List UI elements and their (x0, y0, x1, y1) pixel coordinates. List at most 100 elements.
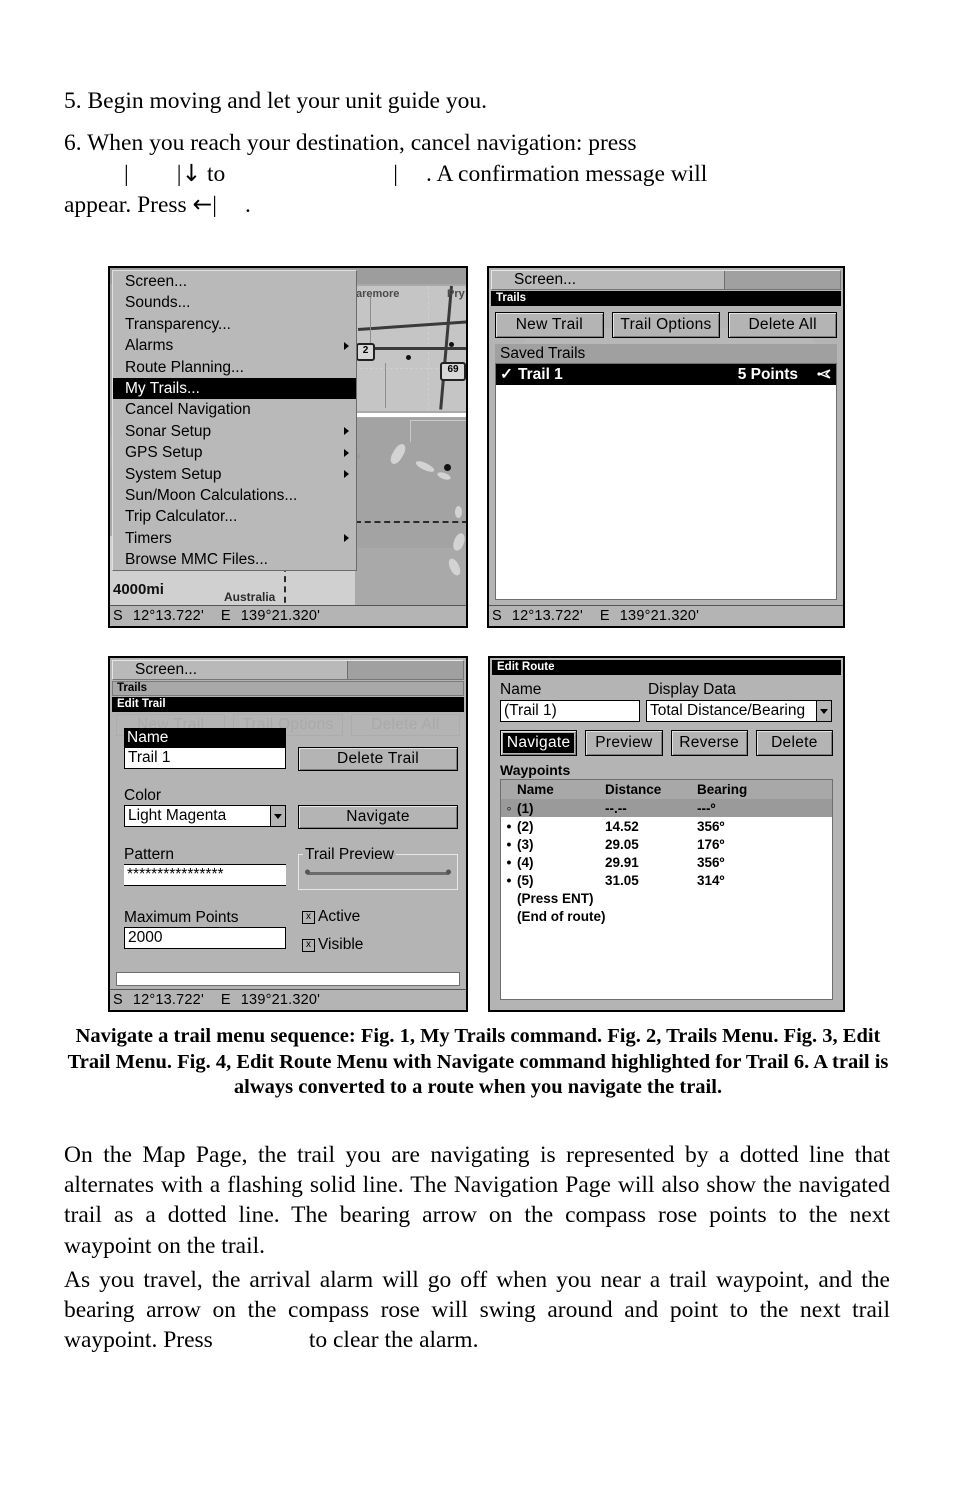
menu-item-alarms[interactable]: Alarms (113, 335, 356, 356)
menu-item-sounds[interactable]: Sounds... (113, 292, 356, 313)
figure-3-edit-trail-menu: Screen... Trails Edit Trail New Trail Tra… (108, 656, 468, 1012)
fig4-button-preview[interactable]: Preview (585, 730, 663, 756)
fig3-checkbox-active[interactable]: x Active (302, 908, 363, 926)
fig3-delete-trail-button[interactable]: Delete Trail (298, 747, 458, 771)
fig4-button-row: Navigate Preview Reverse Delete (500, 730, 833, 756)
menu-item-screen[interactable]: Screen... (113, 271, 356, 292)
waypoint-bullet-icon: • (506, 872, 512, 888)
fig3-pattern-input[interactable]: **************** (124, 864, 286, 886)
map-boundary (410, 420, 466, 421)
fig4-waypoint-name: (4) (517, 854, 534, 870)
fig4-display-data-label: Display Data (648, 681, 736, 698)
trail-arrow-icon (816, 368, 832, 381)
menu-item-trip-calculator[interactable]: Trip Calculator... (113, 506, 356, 527)
fig4-waypoint-row[interactable]: • (4) 29.91 356º (501, 853, 832, 871)
fig2-lat-hemisphere: S (492, 608, 502, 624)
menu-item-timers[interactable]: Timers (113, 528, 356, 549)
chevron-down-icon[interactable] (816, 701, 831, 721)
map-label-claremore: aremore (356, 288, 400, 300)
menu-item-system-setup[interactable]: System Setup (113, 464, 356, 485)
fig4-waypoint-row[interactable]: ◦ (1) --.-- ---º (501, 799, 832, 817)
key-glyph-menu-a: | (124, 161, 129, 187)
map-shield-route-2: 2 (356, 343, 375, 361)
fig3-checkbox-label: Active (318, 908, 361, 925)
submenu-arrow-icon (344, 427, 349, 436)
fig4-waypoint-name: (1) (517, 800, 534, 816)
fig3-navigate-button[interactable]: Navigate (298, 805, 458, 829)
fig4-column-header-bearing: Bearing (697, 782, 748, 797)
figure-1-my-trails-menu: aremore Pry 69 2 Indonesia Papua New Gui… (108, 266, 468, 628)
fig3-name-input[interactable]: Trail 1 (124, 747, 286, 769)
fig2-titlebar: Screen... (491, 270, 841, 290)
fig4-waypoint-bearing: 356º (697, 818, 725, 834)
menu-item-label: Trip Calculator... (125, 508, 238, 526)
fig4-button-label: Preview (595, 734, 653, 751)
fig1-lon-hemisphere: E (220, 608, 231, 624)
menu-item-browse-mmc-files[interactable]: Browse MMC Files... (113, 549, 356, 570)
menu-item-gps-setup[interactable]: GPS Setup (113, 442, 356, 463)
fig4-waypoint-row[interactable]: • (2) 14.52 356º (501, 817, 832, 835)
fig3-color-label: Color (124, 786, 162, 804)
fig3-checkbox-visible[interactable]: x Visible (302, 936, 363, 954)
map-shield-route-69: 69 (440, 362, 466, 381)
fig1-menu-panel[interactable]: Screen... Sounds... Transparency... Alarms R… (112, 270, 357, 572)
menu-item-label: Transparency... (125, 315, 231, 333)
step-5-number: 5. (64, 88, 82, 114)
fig4-waypoint-name: (2) (517, 818, 534, 834)
fig3-ghost-status-strip (116, 972, 460, 986)
fig4-display-data-select[interactable]: Total Distance/Bearing (646, 700, 832, 722)
fig2-lon-hemisphere: E (599, 608, 610, 624)
map-inset-lower (355, 418, 466, 548)
fig2-latitude: 12°13.722' (511, 608, 583, 624)
fig3-titlebar-label: Screen... (135, 661, 198, 678)
map-scale-label: 4000mi (113, 581, 164, 598)
menu-item-transparency[interactable]: Transparency... (113, 314, 356, 335)
fig4-column-header-name: Name (517, 782, 554, 797)
fig2-button-row: New Trail Trail Options Delete All (495, 312, 838, 338)
fig4-column-header-distance: Distance (605, 782, 662, 797)
fig2-titlebar-right-block (724, 271, 840, 289)
menu-item-sun-moon-calculations[interactable]: Sun/Moon Calculations... (113, 485, 356, 506)
step-6-paragraph: 6. When you reach your destination, canc… (64, 128, 894, 220)
fig4-waypoint-row[interactable]: • (5) 31.05 314º (501, 871, 832, 889)
step-6-line3-lead: appear. Press (64, 192, 187, 218)
fig2-trail-list[interactable]: ✓ Trail 1 5 Points (495, 363, 837, 600)
fig3-maxpoints-input[interactable]: 2000 (124, 927, 286, 949)
fig4-waypoint-row[interactable]: • (3) 29.05 176º (501, 835, 832, 853)
menu-item-sonar-setup[interactable]: Sonar Setup (113, 421, 356, 442)
chevron-down-icon[interactable] (270, 806, 285, 826)
fig4-button-label: Delete (771, 734, 818, 751)
menu-item-label: System Setup (125, 465, 222, 483)
fig2-button-delete-all[interactable]: Delete All (728, 312, 838, 338)
figure-4-edit-route-menu: Edit Route Name (Trail 1) Display Data T… (488, 656, 845, 1012)
fig4-waypoint-distance: --.-- (605, 800, 627, 816)
step-6-to: to (207, 161, 226, 187)
fig1-coordinate-bar: S 12°13.722' E 139°21.320' (110, 605, 466, 626)
fig4-titlebar: Edit Route (492, 660, 841, 675)
map-inset-divider (355, 413, 466, 417)
fig2-trail-row[interactable]: ✓ Trail 1 5 Points (496, 364, 836, 385)
key-glyph-menu-c: | (393, 161, 399, 187)
figure-caption: Navigate a trail menu sequence: Fig. 1, … (67, 1025, 889, 1098)
fig2-button-trail-options[interactable]: Trail Options (611, 312, 721, 338)
key-glyph-down-arrow: ↓ (181, 159, 202, 187)
menu-item-label: Alarms (125, 337, 174, 355)
waypoint-bullet-icon: • (506, 818, 512, 834)
fig4-button-delete[interactable]: Delete (755, 730, 833, 756)
fig4-name-label: Name (500, 681, 542, 698)
fig4-button-reverse[interactable]: Reverse (670, 730, 748, 756)
fig4-route-note: (End of route) (517, 908, 606, 924)
fig4-route-note: (Press ENT) (517, 890, 594, 906)
fig4-waypoints-table[interactable]: Name Distance Bearing ◦ (1) --.-- ---º • (2) 14.5… (500, 779, 833, 1000)
fig4-waypoint-bearing: ---º (697, 800, 716, 816)
fig3-color-select[interactable]: Light Magenta (124, 805, 286, 827)
fig2-subtitle: Trails (491, 291, 841, 306)
fig2-button-new-trail[interactable]: New Trail (495, 312, 604, 338)
menu-item-my-trails[interactable]: My Trails... (113, 377, 356, 400)
menu-item-cancel-navigation[interactable]: Cancel Navigation (113, 399, 356, 420)
fig4-name-input[interactable]: (Trail 1) (500, 700, 640, 722)
fig4-button-navigate[interactable]: Navigate (500, 730, 578, 756)
fig2-trail-name: Trail 1 (518, 365, 563, 383)
menu-item-route-planning[interactable]: Route Planning... (113, 357, 356, 378)
fig3-checkbox-group: x Active x Visible (302, 908, 363, 964)
